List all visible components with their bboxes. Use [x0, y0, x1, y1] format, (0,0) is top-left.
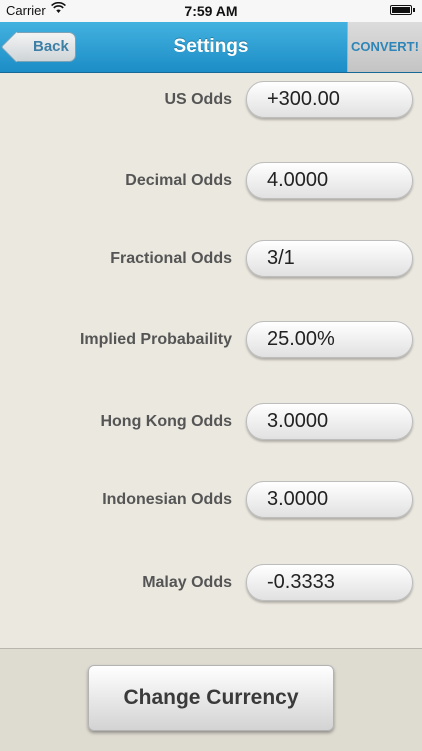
status-bar: Carrier 7:59 AM	[0, 0, 422, 22]
back-button[interactable]: Back	[0, 31, 76, 63]
implied-probability-label: Implied Probabaility	[79, 331, 232, 348]
fractional-odds-label: Fractional Odds	[110, 250, 232, 267]
decimal-odds-row: Decimal Odds 4.0000	[0, 161, 422, 201]
indonesian-odds-field[interactable]: 3.0000	[246, 481, 413, 518]
fractional-odds-field[interactable]: 3/1	[246, 240, 413, 277]
implied-probability-field[interactable]: 25.00%	[246, 321, 413, 358]
hong-kong-odds-row: Hong Kong Odds 3.0000	[0, 402, 422, 442]
back-button-label: Back	[33, 38, 69, 55]
change-currency-button[interactable]: Change Currency	[88, 665, 334, 731]
indonesian-odds-row: Indonesian Odds 3.0000	[0, 480, 422, 520]
us-odds-field[interactable]: +300.00	[246, 81, 413, 118]
implied-probability-row: Implied Probabaility 25.00%	[0, 320, 422, 360]
us-odds-label: US Odds	[164, 91, 232, 108]
status-time: 7:59 AM	[184, 3, 238, 19]
malay-odds-label: Malay Odds	[142, 574, 232, 591]
convert-button[interactable]: CONVERT!	[347, 22, 422, 72]
us-odds-row: US Odds +300.00	[0, 80, 422, 120]
decimal-odds-label: Decimal Odds	[125, 172, 232, 189]
decimal-odds-field[interactable]: 4.0000	[246, 162, 413, 199]
odds-form: US Odds +300.00 Decimal Odds 4.0000 Frac…	[0, 72, 422, 648]
battery-icon	[390, 5, 415, 15]
malay-odds-field[interactable]: -0.3333	[246, 564, 413, 601]
navigation-bar: Settings Back CONVERT!	[0, 22, 422, 73]
indonesian-odds-label: Indonesian Odds	[102, 491, 232, 508]
malay-odds-row: Malay Odds -0.3333	[0, 563, 422, 603]
bottom-bar: Change Currency	[0, 648, 422, 751]
hong-kong-odds-label: Hong Kong Odds	[100, 413, 232, 430]
hong-kong-odds-field[interactable]: 3.0000	[246, 403, 413, 440]
fractional-odds-row: Fractional Odds 3/1	[0, 239, 422, 279]
